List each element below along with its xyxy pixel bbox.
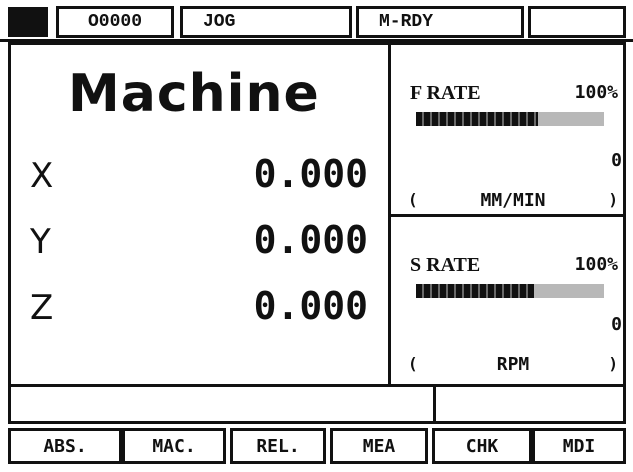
axis-value-y: 0.000 <box>253 218 368 262</box>
spindle-rate-value: 0 <box>611 314 622 335</box>
softkey-chk[interactable]: CHK <box>432 428 532 464</box>
program-number: O0000 <box>87 12 142 32</box>
status-bar: O0000 JOG M-RDY <box>0 0 633 42</box>
softkey-rel[interactable]: REL. <box>230 428 326 464</box>
softkey-mac[interactable]: MAC. <box>122 428 226 464</box>
message-line-right <box>433 387 626 424</box>
feed-paren-close: ) <box>608 190 618 209</box>
cnc-screen: O0000 JOG M-RDY Machine X 0.000 Y 0.000 … <box>0 0 633 472</box>
spindle-rate-label: S RATE <box>410 254 481 276</box>
axis-label-x: X <box>30 156 54 196</box>
axis-value-x: 0.000 <box>253 152 368 196</box>
status-extra-cell <box>528 6 626 38</box>
feed-unit: MM/MIN <box>480 190 546 211</box>
softkey-mea[interactable]: MEA <box>330 428 428 464</box>
mode-cell: JOG <box>180 6 352 38</box>
position-title: Machine <box>68 64 320 124</box>
spindle-unit-row: ( RPM ) <box>408 354 618 378</box>
spindle-unit: RPM <box>496 354 530 375</box>
status-indicator-block <box>8 7 48 37</box>
spindle-paren-close: ) <box>608 354 618 373</box>
mode-text: JOG <box>203 12 236 32</box>
feed-unit-row: ( MM/MIN ) <box>408 190 618 214</box>
axis-value-z: 0.000 <box>253 284 368 328</box>
spindle-rate-bar-fill <box>416 284 535 298</box>
feed-rate-label: F RATE <box>410 82 481 104</box>
softkey-abs[interactable]: ABS. <box>8 428 122 464</box>
spindle-rate-bar <box>416 284 604 298</box>
feed-rate-value: 0 <box>611 150 622 171</box>
axis-label-z: Z <box>30 288 54 328</box>
horizontal-divider <box>388 214 626 217</box>
message-line <box>8 387 436 424</box>
feed-rate-bar-fill <box>416 112 539 126</box>
state-text: M-RDY <box>379 12 434 32</box>
feed-rate-bar <box>416 112 604 126</box>
state-cell: M-RDY <box>356 6 524 38</box>
spindle-rate-percent: 100% <box>574 254 618 275</box>
softkey-mdi[interactable]: MDI <box>532 428 626 464</box>
axis-label-y: Y <box>30 222 51 262</box>
feed-rate-percent: 100% <box>574 82 618 103</box>
program-number-cell: O0000 <box>56 6 174 38</box>
